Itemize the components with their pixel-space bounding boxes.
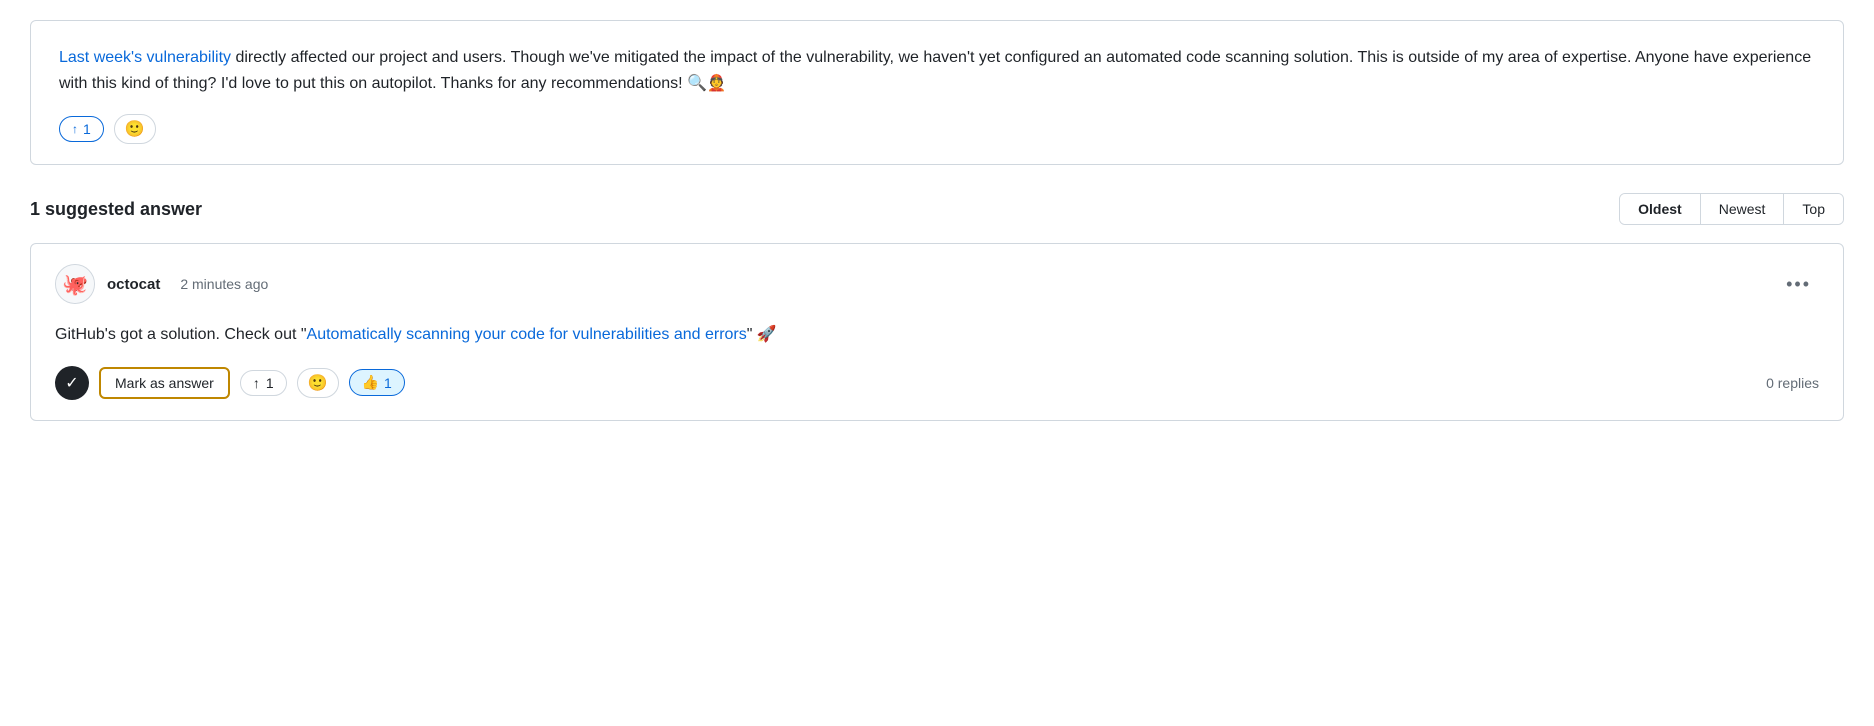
answer-upvote-button[interactable]: ↑ 1 [240, 370, 287, 396]
author-name: octocat [107, 276, 160, 293]
avatar: 🐙 [55, 264, 95, 304]
answer-author: 🐙 octocat 2 minutes ago [55, 264, 268, 304]
post-card: Last week's vulnerability directly affec… [30, 20, 1844, 165]
thumbs-up-count: 1 [384, 375, 392, 391]
checkmark-icon: ✓ [65, 373, 78, 393]
answer-link[interactable]: Automatically scanning your code for vul… [307, 326, 747, 343]
thumbs-up-icon: 👍 [362, 374, 379, 391]
answer-emoji-reaction-button[interactable]: 🙂 [297, 368, 339, 398]
section-header: 1 suggested answer Oldest Newest Top [30, 193, 1844, 225]
replies-count: 0 replies [1766, 375, 1819, 391]
checkmark-button[interactable]: ✓ [55, 366, 89, 400]
sort-top-button[interactable]: Top [1784, 194, 1843, 224]
answer-body: GitHub's got a solution. Check out "Auto… [55, 322, 1819, 348]
svg-text:🐙: 🐙 [62, 274, 88, 298]
post-upvote-count: 1 [83, 121, 91, 137]
post-body-text: directly affected our project and users.… [59, 49, 1811, 92]
answer-body-prefix: GitHub's got a solution. Check out " [55, 326, 307, 343]
more-options-button[interactable]: ••• [1778, 270, 1819, 299]
answer-smiley-icon: 🙂 [308, 373, 328, 393]
post-upvote-button[interactable]: ↑ 1 [59, 116, 104, 142]
post-reactions-row: ↑ 1 🙂 [59, 114, 1815, 144]
mark-as-answer-button[interactable]: Mark as answer [99, 367, 230, 399]
answer-body-suffix: " 🚀 [747, 326, 777, 343]
answer-card: 🐙 octocat 2 minutes ago ••• GitHub's got… [30, 243, 1844, 421]
page-wrapper: Last week's vulnerability directly affec… [0, 0, 1874, 441]
vulnerability-link[interactable]: Last week's vulnerability [59, 49, 231, 66]
sort-oldest-button[interactable]: Oldest [1620, 194, 1701, 224]
answer-upvote-count: 1 [266, 375, 274, 391]
thumbs-up-reaction-button[interactable]: 👍 1 [349, 369, 405, 396]
sort-buttons: Oldest Newest Top [1619, 193, 1844, 225]
post-emoji-reaction-button[interactable]: 🙂 [114, 114, 156, 144]
answer-upvote-arrow-icon: ↑ [253, 375, 260, 391]
answer-timestamp: 2 minutes ago [180, 276, 268, 292]
smiley-icon: 🙂 [125, 119, 145, 139]
answer-footer: ✓ Mark as answer ↑ 1 🙂 👍 1 0 replies [55, 366, 1819, 400]
post-body: Last week's vulnerability directly affec… [59, 45, 1815, 96]
answer-header: 🐙 octocat 2 minutes ago ••• [55, 264, 1819, 304]
answer-actions: ✓ Mark as answer ↑ 1 🙂 👍 1 [55, 366, 405, 400]
sort-newest-button[interactable]: Newest [1701, 194, 1785, 224]
upvote-arrow-icon: ↑ [72, 122, 78, 136]
section-title: 1 suggested answer [30, 199, 202, 220]
